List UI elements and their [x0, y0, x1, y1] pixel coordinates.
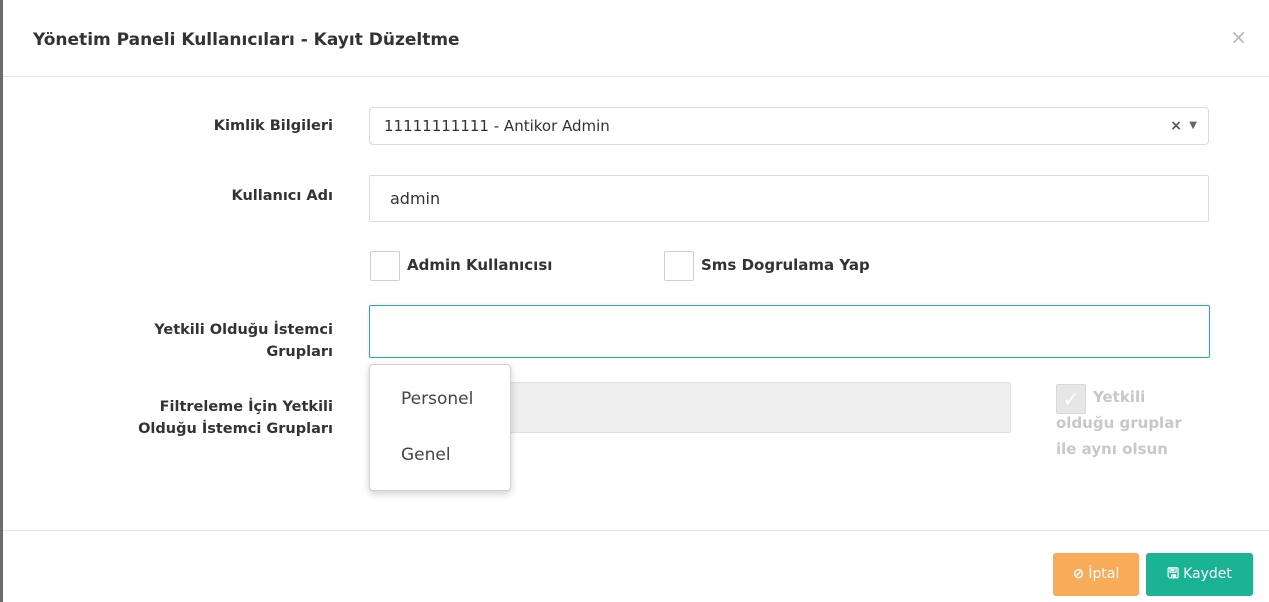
ban-icon: ⊘	[1072, 566, 1085, 582]
check-icon: ✓	[1056, 384, 1086, 414]
admin-user-checkbox[interactable]	[370, 251, 400, 281]
save-icon: 🖫	[1167, 566, 1180, 582]
cancel-button[interactable]: ⊘ İptal	[1053, 553, 1139, 596]
modal-title: Yönetim Paneli Kullanıcıları - Kayıt Düz…	[33, 30, 460, 50]
username-input[interactable]	[369, 175, 1209, 222]
cancel-button-label: İptal	[1088, 566, 1120, 582]
save-button[interactable]: 🖫 Kaydet	[1146, 553, 1253, 596]
client-groups-dropdown: Personel Genel	[369, 364, 511, 491]
identity-select[interactable]: 11111111111 - Antikor Admin × ▼	[369, 107, 1209, 145]
sms-verify-checkbox[interactable]	[664, 251, 694, 281]
identity-label: Kimlik Bilgileri	[213, 118, 333, 134]
clear-icon[interactable]: ×	[1170, 118, 1182, 134]
modal-header: Yönetim Paneli Kullanıcıları - Kayıt Düz…	[3, 0, 1269, 77]
chevron-down-icon[interactable]: ▼	[1189, 120, 1197, 131]
admin-user-label: Admin Kullanıcısı	[407, 256, 553, 274]
filter-groups-label-line2: Olduğu İstemci Grupları	[138, 421, 333, 437]
client-groups-label-line2: Grupları	[266, 344, 333, 360]
save-button-label: Kaydet	[1183, 566, 1232, 582]
footer-divider	[3, 530, 1269, 531]
client-groups-label: Yetkili Olduğu İstemci Grupları	[154, 319, 333, 363]
dropdown-option-genel[interactable]: Genel	[401, 445, 451, 465]
sms-verify-label: Sms Dogrulama Yap	[701, 256, 870, 274]
identity-select-value: 11111111111 - Antikor Admin	[384, 117, 610, 135]
client-groups-input[interactable]	[369, 305, 1210, 358]
close-icon[interactable]: ×	[1230, 27, 1247, 47]
dropdown-option-personel[interactable]: Personel	[401, 389, 473, 409]
username-label: Kullanıcı Adı	[231, 188, 333, 204]
edit-user-modal: Yönetim Paneli Kullanıcıları - Kayıt Düz…	[0, 0, 1269, 602]
client-groups-label-line1: Yetkili Olduğu İstemci	[154, 322, 333, 338]
filter-groups-label-line1: Filtreleme İçin Yetkili	[159, 399, 333, 415]
filter-groups-label: Filtreleme İçin Yetkili Olduğu İstemci G…	[138, 396, 333, 440]
